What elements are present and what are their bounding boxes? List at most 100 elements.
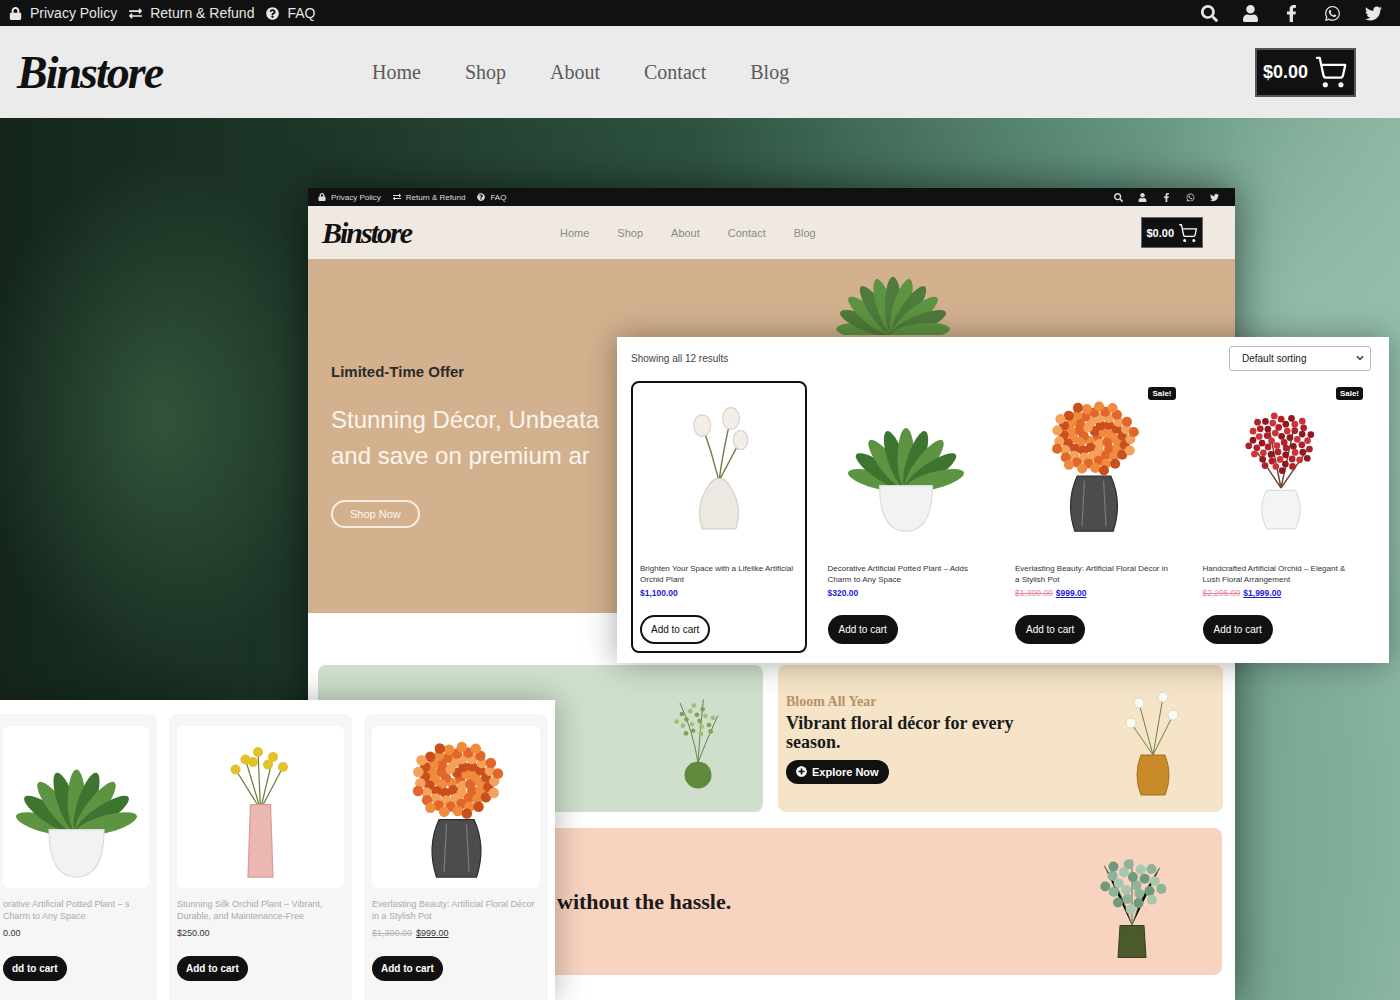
main-nav: Home Shop About Contact Blog (372, 61, 789, 84)
product-image[interactable] (1203, 389, 1361, 539)
cart-button[interactable]: $0.00 (1255, 48, 1356, 97)
current-price: $999.00 (1056, 588, 1087, 598)
related-product-price: 0.00 (3, 928, 149, 938)
promo-card[interactable]: Bloom All Year Vibrant floral décor for e… (778, 665, 1223, 812)
product-photo (1034, 390, 1154, 538)
logo[interactable]: Binstore (17, 46, 372, 99)
top-bar: Privacy Policy Return & Refund FAQ (0, 0, 1400, 26)
product-image[interactable] (177, 726, 344, 888)
current-price: $320.00 (828, 588, 859, 598)
add-to-cart-button[interactable]: Add to cart (828, 615, 898, 644)
product-image[interactable] (3, 726, 149, 888)
nav-link[interactable]: Home (372, 61, 421, 84)
whatsapp-icon[interactable] (1186, 193, 1195, 202)
promo-title: Vibrant floral décor for every season. (786, 714, 1066, 752)
add-to-cart-button[interactable]: Add to cart (177, 956, 248, 981)
related-product-title[interactable]: Stunning Silk Orchid Plant – Vibrant, Du… (177, 898, 344, 922)
product-card[interactable]: Brighten Your Space with a Lifelike Arti… (631, 381, 807, 653)
old-price: $1,300.00 (1015, 588, 1053, 598)
product-photo (659, 390, 779, 538)
nav-link[interactable]: Contact (644, 61, 706, 84)
preview-top-links: Privacy Policy Return & Refund FAQ (318, 193, 506, 202)
preview-top-link[interactable]: FAQ (477, 193, 506, 202)
whatsapp-icon[interactable] (1324, 5, 1341, 22)
add-to-cart-button[interactable]: dd to cart (3, 956, 67, 981)
product-price: $320.00 (828, 588, 986, 598)
twitter-icon[interactable] (1210, 193, 1219, 202)
facebook-icon[interactable] (1283, 5, 1300, 22)
product-title[interactable]: Everlasting Beauty: Artificial Floral Dé… (1015, 563, 1173, 585)
related-product-card[interactable]: Everlasting Beauty: Artificial Floral Dé… (364, 714, 548, 1000)
add-to-cart-button[interactable]: Add to cart (372, 956, 443, 981)
sale-badge: Sale! (1336, 387, 1363, 400)
product-photo (846, 390, 966, 538)
preview-nav-link[interactable]: Blog (794, 227, 816, 239)
product-image[interactable] (828, 389, 986, 539)
product-card[interactable]: Sale! Everlasting Beauty: Artificial Flor… (1006, 381, 1182, 653)
twitter-icon[interactable] (1365, 5, 1382, 22)
preview-nav-link[interactable]: About (671, 227, 700, 239)
vase-photo (653, 679, 743, 799)
product-image[interactable] (372, 726, 540, 888)
help-icon (266, 7, 279, 20)
preview-nav-link[interactable]: Home (560, 227, 589, 239)
user-icon[interactable] (1242, 5, 1259, 22)
search-icon[interactable] (1201, 5, 1218, 22)
current-price: 0.00 (3, 928, 21, 938)
product-image[interactable] (1015, 389, 1173, 539)
user-icon[interactable] (1138, 193, 1147, 202)
logo[interactable]: Binstore (322, 216, 560, 250)
banner-title: without the hassle. (557, 889, 731, 915)
related-product-title[interactable]: orative Artificial Potted Plant – s Char… (3, 898, 149, 922)
nav-link[interactable]: Blog (750, 61, 789, 84)
related-product-card[interactable]: Stunning Silk Orchid Plant – Vibrant, Du… (169, 714, 352, 1000)
related-product-title[interactable]: Everlasting Beauty: Artificial Floral Dé… (372, 898, 540, 922)
facebook-icon[interactable] (1162, 193, 1171, 202)
add-to-cart-button[interactable]: Add to cart (1015, 615, 1085, 644)
product-image[interactable] (640, 389, 798, 539)
main-nav: Home Shop About Contact Blog (560, 227, 816, 239)
preview-cart-button[interactable]: $0.00 (1141, 217, 1203, 248)
product-price: $2,295.00$1,999.00 (1203, 588, 1361, 598)
vase-photo (1103, 669, 1203, 809)
preview-nav-link[interactable]: Contact (728, 227, 766, 239)
product-title[interactable]: Handcrafted Artificial Orchid – Elegant … (1203, 563, 1361, 585)
hero-plant-photo (758, 259, 1028, 335)
sale-badge: Sale! (1148, 387, 1175, 400)
preview-header: BinstoreHome Shop About Contact Blog $0.00 (308, 206, 1235, 259)
top-link[interactable]: FAQ (266, 5, 315, 21)
current-price: $1,100.00 (640, 588, 678, 598)
related-product-card[interactable]: orative Artificial Potted Plant – s Char… (0, 714, 157, 1000)
nav-link[interactable]: About (550, 61, 600, 84)
add-to-cart-button[interactable]: Add to cart (640, 615, 710, 644)
preview-nav-link[interactable]: Shop (617, 227, 643, 239)
search-icon[interactable] (1114, 193, 1123, 202)
hero-eyebrow: Limited-Time Offer (331, 363, 464, 380)
product-card[interactable]: Sale! Handcrafted Artificial Orchid – Ele… (1194, 381, 1370, 653)
product-title[interactable]: Decorative Artificial Potted Plant – Add… (828, 563, 986, 585)
shop-grid-window: Showing all 12 resultsDefault sortingBri… (617, 337, 1389, 663)
preview-social-icons (1114, 193, 1219, 202)
add-to-cart-button[interactable]: Add to cart (1203, 615, 1273, 644)
preview-top-bar: Privacy Policy Return & Refund FAQ (308, 188, 1235, 206)
top-link[interactable]: Privacy Policy (9, 5, 117, 21)
vase-photo (1082, 834, 1182, 969)
explore-now-button[interactable]: Explore Now (786, 760, 889, 784)
nav-link[interactable]: Shop (465, 61, 506, 84)
related-products-window: orative Artificial Potted Plant – s Char… (0, 700, 555, 1000)
top-link[interactable]: Return & Refund (129, 5, 254, 21)
sorting-select[interactable]: Default sorting (1229, 346, 1371, 371)
plus-circle-icon (796, 766, 807, 777)
promo-eyebrow: Bloom All Year (786, 694, 876, 710)
product-title[interactable]: Brighten Your Space with a Lifelike Arti… (640, 563, 798, 585)
plant-photo (758, 259, 1028, 335)
product-card[interactable]: Decorative Artificial Potted Plant – Add… (819, 381, 995, 653)
preview-top-link[interactable]: Return & Refund (393, 193, 466, 202)
product-photo (14, 728, 139, 886)
related-product-price: $250.00 (177, 928, 344, 938)
shop-now-button[interactable]: Shop Now (331, 500, 420, 528)
product-photo (394, 728, 519, 886)
top-links: Privacy Policy Return & Refund FAQ (9, 5, 315, 21)
preview-top-link[interactable]: Privacy Policy (318, 193, 381, 202)
help-icon (477, 193, 485, 201)
